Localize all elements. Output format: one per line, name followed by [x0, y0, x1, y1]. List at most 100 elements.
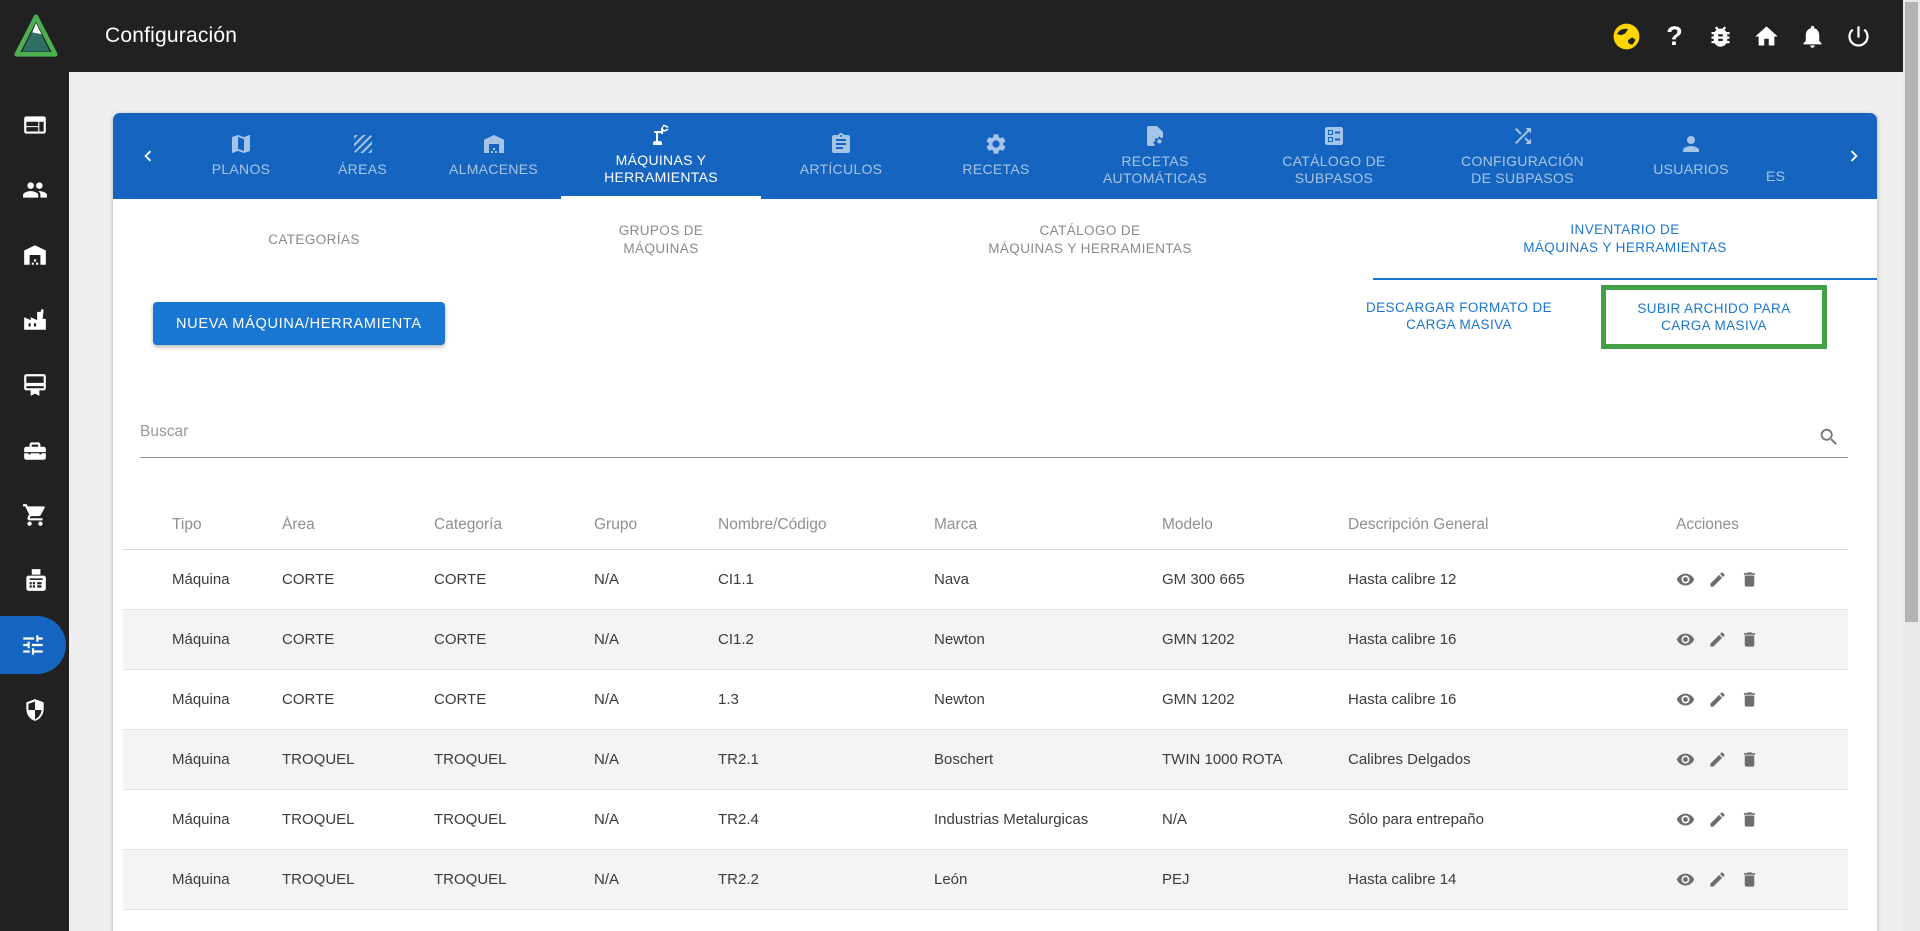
view-eye-icon[interactable] — [1676, 750, 1695, 769]
tabs-scroll-left-button[interactable] — [113, 113, 183, 199]
cell-area: CORTE — [282, 631, 434, 648]
bug-report-icon[interactable] — [1707, 23, 1734, 50]
cell-nombre-codigo: CI1.1 — [718, 571, 934, 588]
edit-pencil-icon[interactable] — [1708, 570, 1727, 589]
tabs-scroll-right-button[interactable] — [1826, 113, 1877, 199]
cell-categoria: TROQUEL — [434, 751, 594, 768]
tab-maquinas-y-herramientas[interactable]: MÁQUINAS Y HERRAMIENTAS — [561, 113, 761, 199]
column-header-nombre-codigo: Nombre/Código — [718, 516, 934, 534]
robot-arm-icon — [649, 123, 673, 147]
tab-catalogo-de-subpasos[interactable]: CATÁLOGO DE SUBPASOS — [1239, 113, 1429, 199]
tune-icon — [20, 632, 46, 658]
view-eye-icon[interactable] — [1676, 570, 1695, 589]
cell-categoria: TROQUEL — [434, 811, 594, 828]
tab-areas[interactable]: ÁREAS — [299, 113, 426, 199]
sidebar-item-warehouses[interactable] — [0, 222, 69, 287]
tab-recetas[interactable]: RECETAS — [921, 113, 1071, 199]
notifications-bell-icon[interactable] — [1799, 23, 1826, 50]
page-title: Configuración — [105, 0, 237, 72]
cell-marca: Nava — [934, 571, 1162, 588]
sidebar-item-toolbox[interactable] — [0, 417, 69, 482]
cell-grupo: N/A — [594, 691, 718, 708]
language-globe-icon[interactable] — [1611, 21, 1642, 52]
view-eye-icon[interactable] — [1676, 630, 1695, 649]
cell-categoria: TROQUEL — [434, 871, 594, 888]
cell-acciones — [1676, 750, 1848, 769]
subtab-inventario-de-maquinas-y-herramientas[interactable]: INVENTARIO DE MÁQUINAS Y HERRAMIENTAS — [1373, 199, 1877, 280]
tab-usuarios[interactable]: USUARIOS — [1616, 113, 1766, 199]
sidebar-item-factory[interactable] — [0, 287, 69, 352]
sidebar-item-security[interactable] — [0, 677, 69, 742]
cell-grupo: N/A — [594, 871, 718, 888]
delete-trash-icon[interactable] — [1740, 690, 1759, 709]
cell-area: CORTE — [282, 571, 434, 588]
sidebar-item-purchases[interactable] — [0, 482, 69, 547]
delete-trash-icon[interactable] — [1740, 750, 1759, 769]
subtab-catalogo-de-maquinas-y-herramientas[interactable]: CATÁLOGO DE MÁQUINAS Y HERRAMIENTAS — [807, 199, 1373, 280]
page-scrollbar[interactable] — [1903, 0, 1920, 931]
cell-tipo: Máquina — [123, 691, 282, 708]
view-eye-icon[interactable] — [1676, 870, 1695, 889]
texture-icon — [351, 132, 375, 156]
tab-planos[interactable]: PLANOS — [183, 113, 299, 199]
new-machine-tool-button[interactable]: NUEVA MÁQUINA/HERRAMIENTA — [153, 302, 445, 345]
warehouse-icon — [22, 242, 48, 268]
sidebar-item-users[interactable] — [0, 157, 69, 222]
cell-nombre-codigo: TR2.2 — [718, 871, 934, 888]
delete-trash-icon[interactable] — [1740, 870, 1759, 889]
app-logo — [14, 14, 58, 58]
upload-bulk-file-link-highlighted[interactable]: SUBIR ARCHIDO PARA CARGA MASIVA — [1601, 285, 1827, 349]
edit-pencil-icon[interactable] — [1708, 690, 1727, 709]
edit-pencil-icon[interactable] — [1708, 870, 1727, 889]
chevron-left-icon — [137, 145, 159, 167]
tab-truncated[interactable]: ES — [1766, 113, 1826, 199]
cell-nombre-codigo: 1.3 — [718, 691, 934, 708]
topbar-actions: ? — [1611, 0, 1872, 72]
cell-area: CORTE — [282, 691, 434, 708]
search-icon[interactable] — [1818, 426, 1840, 448]
cell-marca: Industrias Metalurgicas — [934, 811, 1162, 828]
download-bulk-format-link[interactable]: DESCARGAR FORMATO DE CARGA MASIVA — [1331, 285, 1587, 333]
cell-descripcion: Hasta calibre 14 — [1348, 871, 1676, 888]
table-header-row: Tipo Área Categoría Grupo Nombre/Código … — [123, 500, 1848, 550]
ballot-icon — [1322, 124, 1346, 148]
cell-descripcion: Calibres Delgados — [1348, 751, 1676, 768]
search-input[interactable] — [140, 413, 1848, 458]
person-icon — [1679, 132, 1703, 156]
cell-area: TROQUEL — [282, 811, 434, 828]
delete-trash-icon[interactable] — [1740, 630, 1759, 649]
subtab-categorias[interactable]: CATEGORÍAS — [113, 199, 515, 280]
sidebar-item-dashboard[interactable] — [0, 92, 69, 157]
cell-grupo: N/A — [594, 571, 718, 588]
view-eye-icon[interactable] — [1676, 810, 1695, 829]
sidebar-item-point-of-sale[interactable] — [0, 547, 69, 612]
module-tab-bar: PLANOS ÁREAS ALMACENES MÁQUINAS Y HERRAM… — [113, 113, 1877, 199]
cell-descripcion: Hasta calibre 16 — [1348, 691, 1676, 708]
tab-articulos[interactable]: ARTÍCULOS — [761, 113, 921, 199]
column-header-area: Área — [282, 516, 434, 534]
tab-recetas-automaticas[interactable]: RECETAS AUTOMÁTICAS — [1071, 113, 1239, 199]
cell-nombre-codigo: TR2.1 — [718, 751, 934, 768]
group-icon — [22, 177, 48, 203]
delete-trash-icon[interactable] — [1740, 570, 1759, 589]
home-icon[interactable] — [1753, 23, 1780, 50]
delete-trash-icon[interactable] — [1740, 810, 1759, 829]
table-row: Máquina TROQUEL TROQUEL N/A TR2.2 León P… — [123, 850, 1848, 910]
cell-tipo: Máquina — [123, 631, 282, 648]
table-row: Máquina TROQUEL TROQUEL N/A TR2.1 Bosche… — [123, 730, 1848, 790]
table-row: Máquina CORTE CORTE N/A CI1.2 Newton GMN… — [123, 610, 1848, 670]
help-icon[interactable]: ? — [1661, 23, 1688, 50]
sidebar-item-configuration[interactable] — [0, 616, 66, 674]
scrollbar-thumb[interactable] — [1905, 2, 1918, 622]
edit-pencil-icon[interactable] — [1708, 630, 1727, 649]
tab-almacenes[interactable]: ALMACENES — [426, 113, 561, 199]
sidebar-item-certificates[interactable] — [0, 352, 69, 417]
view-eye-icon[interactable] — [1676, 690, 1695, 709]
power-icon[interactable] — [1845, 23, 1872, 50]
tab-configuracion-de-subpasos[interactable]: CONFIGURACIÓN DE SUBPASOS — [1429, 113, 1616, 199]
edit-pencil-icon[interactable] — [1708, 750, 1727, 769]
upload-bulk-file-label: SUBIR ARCHIDO PARA CARGA MASIVA — [1608, 300, 1820, 334]
subtab-grupos-de-maquinas[interactable]: GRUPOS DE MÁQUINAS — [515, 199, 807, 280]
edit-pencil-icon[interactable] — [1708, 810, 1727, 829]
search-bar — [140, 413, 1848, 458]
